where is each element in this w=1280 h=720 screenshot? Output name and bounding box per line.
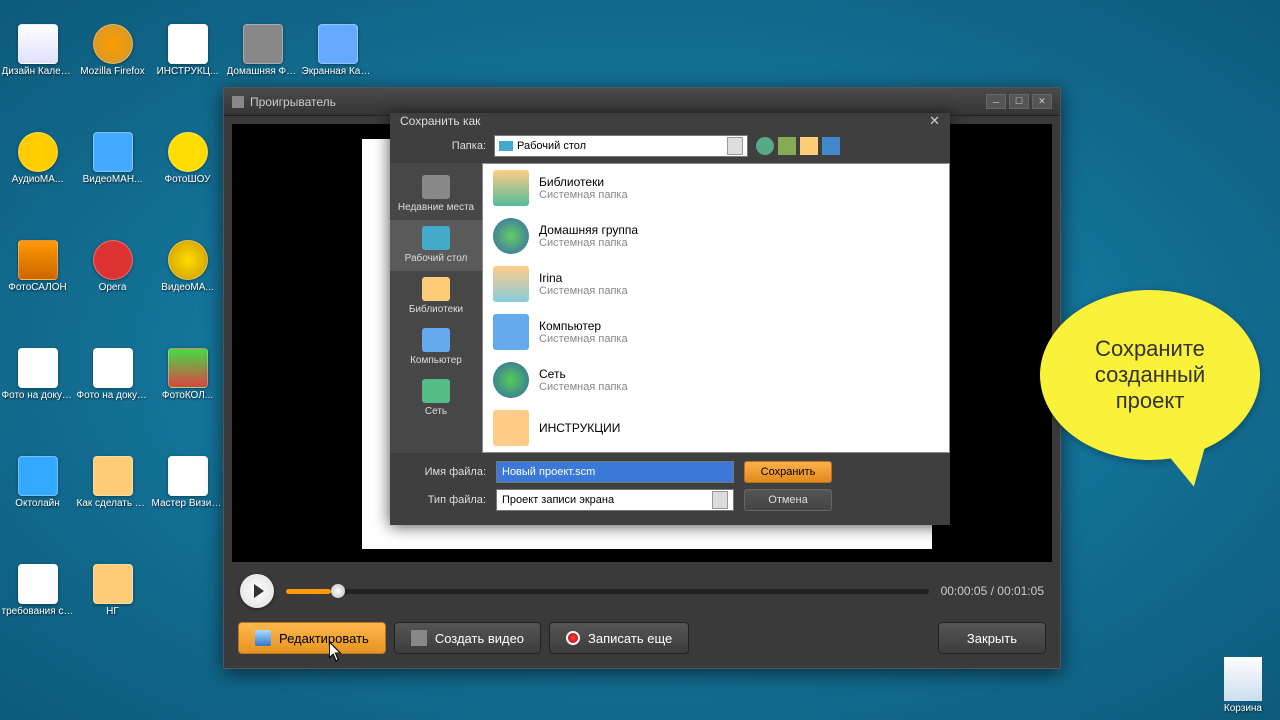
desktop-icon[interactable]: требования статьям.d... xyxy=(0,549,75,631)
record-icon xyxy=(566,631,580,645)
chevron-down-icon[interactable] xyxy=(712,491,728,509)
dialog-title: Сохранить как xyxy=(400,114,480,128)
filetype-select[interactable]: Проект записи экрана xyxy=(496,489,734,511)
computer-item-icon xyxy=(493,314,529,350)
folder-select[interactable]: Рабочий стол xyxy=(494,135,748,157)
views-button[interactable] xyxy=(822,137,840,155)
places-bar: Недавние места Рабочий стол Библиотеки К… xyxy=(390,163,482,453)
place-network[interactable]: Сеть xyxy=(390,373,482,424)
dialog-close-button[interactable]: ✕ xyxy=(929,113,940,129)
desktop-icon[interactable]: Октолайн xyxy=(0,441,75,523)
list-item[interactable]: ИНСТРУКЦИИ xyxy=(483,404,949,452)
dialog-titlebar[interactable]: Сохранить как ✕ xyxy=(390,113,950,129)
save-button[interactable]: Сохранить xyxy=(744,461,832,483)
recycle-label: Корзина xyxy=(1224,703,1262,714)
list-item[interactable]: БиблиотекиСистемная папка xyxy=(483,164,949,212)
desktop-icon xyxy=(499,141,513,151)
app-icon xyxy=(232,96,244,108)
filename-input[interactable] xyxy=(496,461,734,483)
desktop-icon[interactable]: Как сделать слайд-шоу... xyxy=(75,441,150,523)
libraries-icon xyxy=(422,277,450,301)
place-desktop[interactable]: Рабочий стол xyxy=(390,220,482,271)
desktop-icon[interactable]: НГ xyxy=(75,549,150,631)
player-buttons: Редактировать Создать видео Записать еще… xyxy=(224,616,1060,668)
minimize-button[interactable]: ─ xyxy=(986,94,1006,109)
place-libraries[interactable]: Библиотеки xyxy=(390,271,482,322)
record-more-button[interactable]: Записать еще xyxy=(549,622,689,654)
desktop-icon[interactable]: Mozilla Firefox xyxy=(75,9,150,91)
filename-label: Имя файла: xyxy=(400,466,486,478)
timeline[interactable] xyxy=(286,589,929,594)
desktop-icon[interactable]: ВидеоМАН... xyxy=(75,117,150,199)
network-icon xyxy=(422,379,450,403)
desktop-icon[interactable]: Фото на документ... xyxy=(75,333,150,415)
callout-text: Сохраните созданный проект xyxy=(1060,336,1240,414)
player-titlebar[interactable]: Проигрыватель ─ ☐ ✕ xyxy=(224,88,1060,116)
desktop-icon[interactable]: АудиоМА... xyxy=(0,117,75,199)
user-icon xyxy=(493,266,529,302)
desktop-icon[interactable]: Фото на документ... xyxy=(0,333,75,415)
desktop-icon[interactable]: ФотоСАЛОН xyxy=(0,225,75,307)
file-list[interactable]: БиблиотекиСистемная папка Домашняя групп… xyxy=(482,163,950,453)
close-button[interactable]: ✕ xyxy=(1032,94,1052,109)
desktop-icon[interactable]: Экранная Камера xyxy=(300,9,375,91)
callout-bubble: Сохраните созданный проект xyxy=(1040,290,1260,460)
trash-icon xyxy=(1224,657,1262,701)
desktop-icon[interactable]: Дизайн Календарей xyxy=(0,9,75,91)
list-item[interactable]: КомпьютерСистемная папка xyxy=(483,308,949,356)
maximize-button[interactable]: ☐ xyxy=(1009,94,1029,109)
desktop-icon[interactable]: ФотоШОУ xyxy=(150,117,225,199)
desktop-icon[interactable]: Opera xyxy=(75,225,150,307)
chevron-down-icon[interactable] xyxy=(727,137,743,155)
filetype-label: Тип файла: xyxy=(400,494,486,506)
list-item[interactable]: СетьСистемная папка xyxy=(483,356,949,404)
close-player-button[interactable]: Закрыть xyxy=(938,622,1046,654)
time-display: 00:00:05 / 00:01:05 xyxy=(941,584,1044,598)
folder-icon xyxy=(493,410,529,446)
new-folder-button[interactable] xyxy=(800,137,818,155)
back-button[interactable] xyxy=(756,137,774,155)
desktop-icon[interactable]: ИНСТРУКЦ... xyxy=(150,9,225,91)
folder-icon xyxy=(493,170,529,206)
up-button[interactable] xyxy=(778,137,796,155)
player-controls: 00:00:05 / 00:01:05 xyxy=(224,570,1060,616)
save-as-dialog: Сохранить как ✕ Папка: Рабочий стол Неда… xyxy=(390,113,950,523)
desktop-icon[interactable]: Мастер Визиток xyxy=(150,441,225,523)
cancel-button[interactable]: Отмена xyxy=(744,489,832,511)
timeline-thumb[interactable] xyxy=(331,584,345,598)
play-button[interactable] xyxy=(240,574,274,608)
network-item-icon xyxy=(493,362,529,398)
create-video-button[interactable]: Создать видео xyxy=(394,622,541,654)
desktop-place-icon xyxy=(422,226,450,250)
timeline-fill xyxy=(286,589,331,594)
homegroup-icon xyxy=(493,218,529,254)
film-icon xyxy=(411,630,427,646)
edit-button[interactable]: Редактировать xyxy=(238,622,386,654)
place-recent[interactable]: Недавние места xyxy=(390,169,482,220)
computer-icon xyxy=(422,328,450,352)
list-item[interactable]: Домашняя группаСистемная папка xyxy=(483,212,949,260)
recent-icon xyxy=(422,175,450,199)
place-computer[interactable]: Компьютер xyxy=(390,322,482,373)
list-item[interactable]: IrinaСистемная папка xyxy=(483,260,949,308)
pencil-icon xyxy=(255,630,271,646)
desktop-icon[interactable]: ВидеоМА... xyxy=(150,225,225,307)
window-title: Проигрыватель xyxy=(250,95,336,109)
recycle-bin[interactable]: Корзина xyxy=(1224,657,1262,714)
folder-label: Папка: xyxy=(400,140,486,152)
desktop-icon[interactable]: Домашняя Фотостудия xyxy=(225,9,300,91)
desktop-icon[interactable]: ФотоКОЛ... xyxy=(150,333,225,415)
